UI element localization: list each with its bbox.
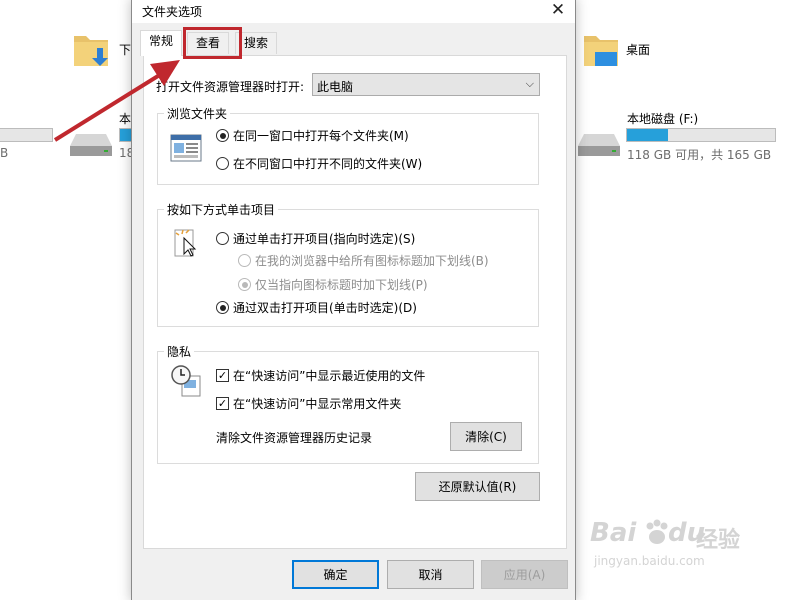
click-items-title: 按如下方式单击项目: [164, 201, 279, 218]
radio-double-click-label: 通过双击打开项目(单击时选定)(D): [233, 301, 417, 315]
desktop-folder[interactable]: 桌面: [582, 28, 662, 74]
radio-different-window-indicator: [216, 157, 229, 170]
folder-options-dialog: 文件夹选项 ✕ 常规 查看 搜索 打开文件资源管理器时打开: 此电脑 ⌵ 浏览文…: [131, 0, 576, 600]
browse-folders-group: 浏览文件夹 在同一窗口中打开每个文件夹(M) 在不同窗口中打开不同的文件夹(W): [157, 105, 539, 185]
radio-double-click[interactable]: 通过双击打开项目(单击时选定)(D): [216, 299, 417, 316]
watermark-main: Bai: [590, 518, 637, 548]
checkbox-frequent-folders-box: ✓: [216, 397, 229, 410]
radio-underline-point-indicator: [238, 278, 251, 291]
checkbox-recent-files-label: 在“快速访问”中显示最近使用的文件: [233, 369, 426, 383]
open-with-value: 此电脑: [317, 80, 354, 94]
drive-middle-label: 本: [119, 112, 132, 126]
privacy-title: 隐私: [164, 343, 195, 360]
cancel-button[interactable]: 取消: [387, 560, 474, 589]
view-tab-highlight-box: [183, 27, 242, 59]
tab-general[interactable]: 常规: [140, 30, 183, 56]
pointer-click-icon: [174, 229, 197, 257]
drive-left-sub: B: [0, 146, 9, 160]
browse-folders-title: 浏览文件夹: [164, 105, 231, 122]
drive-f-sub: 118 GB 可用，共 165 GB: [627, 148, 772, 162]
click-items-group: 按如下方式单击项目 通过单击打开项目(指向时选定)(S) 在我的浏览器中给所有图…: [157, 201, 539, 327]
downloads-folder-icon: [74, 36, 108, 66]
baidu-watermark: Bai du 经验 jingyan.baidu.com: [590, 518, 760, 572]
open-with-label: 打开文件资源管理器时打开:: [156, 80, 305, 94]
dialog-title: 文件夹选项: [142, 5, 203, 19]
ok-button[interactable]: 确定: [292, 560, 379, 589]
downloads-folder[interactable]: 下: [72, 28, 132, 74]
title-bar: 文件夹选项 ✕: [132, 0, 575, 23]
clock-files-icon: [171, 365, 201, 397]
radio-underline-all-label: 在我的浏览器中给所有图标标题加下划线(B): [255, 254, 489, 268]
radio-underline-point[interactable]: 仅当指向图标标题时加下划线(P): [238, 276, 428, 293]
close-button[interactable]: ✕: [541, 0, 575, 23]
tab-search-label: 搜索: [244, 36, 269, 50]
clear-button[interactable]: 清除(C): [450, 422, 522, 451]
desktop-folder-label: 桌面: [626, 43, 651, 57]
drive-f-label: 本地磁盘 (F:): [627, 112, 699, 126]
restore-defaults-button[interactable]: 还原默认值(R): [415, 472, 540, 501]
privacy-group: 隐私 ✓ 在“快速访问”中显示最近使用的文件 ✓ 在“快速访问”中显示常用文件夹…: [157, 343, 539, 464]
downloads-folder-label: 下: [119, 43, 132, 57]
radio-same-window-label: 在同一窗口中打开每个文件夹(M): [233, 129, 409, 143]
general-tab-panel: 打开文件资源管理器时打开: 此电脑 ⌵ 浏览文件夹 在同一窗口中打开每个文件夹(…: [143, 55, 567, 549]
checkbox-recent-files[interactable]: ✓ 在“快速访问”中显示最近使用的文件: [216, 367, 425, 384]
tab-general-label: 常规: [149, 34, 174, 48]
radio-single-click-label: 通过单击打开项目(指向时选定)(S): [233, 232, 416, 246]
checkbox-frequent-folders-label: 在“快速访问”中显示常用文件夹: [233, 397, 402, 411]
watermark-cn: 经验: [696, 528, 741, 553]
drive-left-usage-bar: [0, 128, 53, 142]
drive-f-usage-fill: [627, 129, 669, 141]
radio-different-window-label: 在不同窗口中打开不同的文件夹(W): [233, 157, 423, 171]
window-icon: [170, 134, 202, 162]
radio-same-window-indicator: [216, 129, 229, 142]
checkbox-frequent-folders[interactable]: ✓ 在“快速访问”中显示常用文件夹: [216, 395, 401, 412]
open-with-select[interactable]: 此电脑 ⌵: [312, 73, 540, 96]
radio-underline-all[interactable]: 在我的浏览器中给所有图标标题加下划线(B): [238, 252, 489, 269]
radio-single-click[interactable]: 通过单击打开项目(指向时选定)(S): [216, 230, 415, 247]
radio-underline-point-label: 仅当指向图标标题时加下划线(P): [255, 278, 428, 292]
radio-double-click-indicator: [216, 301, 229, 314]
radio-single-click-indicator: [216, 232, 229, 245]
watermark-url: jingyan.baidu.com: [594, 554, 705, 568]
drive-f-usage-bar: [626, 128, 776, 142]
drive-middle-icon: [70, 134, 112, 156]
clear-history-label: 清除文件资源管理器历史记录: [216, 431, 373, 445]
chevron-down-icon: ⌵: [525, 77, 534, 90]
radio-same-window[interactable]: 在同一窗口中打开每个文件夹(M): [216, 127, 409, 144]
drive-f-icon: [578, 134, 620, 156]
desktop-folder-icon: [584, 36, 618, 66]
radio-underline-all-indicator: [238, 254, 251, 267]
radio-different-window[interactable]: 在不同窗口中打开不同的文件夹(W): [216, 155, 422, 172]
checkbox-recent-files-box: ✓: [216, 369, 229, 382]
apply-button[interactable]: 应用(A): [481, 560, 568, 589]
